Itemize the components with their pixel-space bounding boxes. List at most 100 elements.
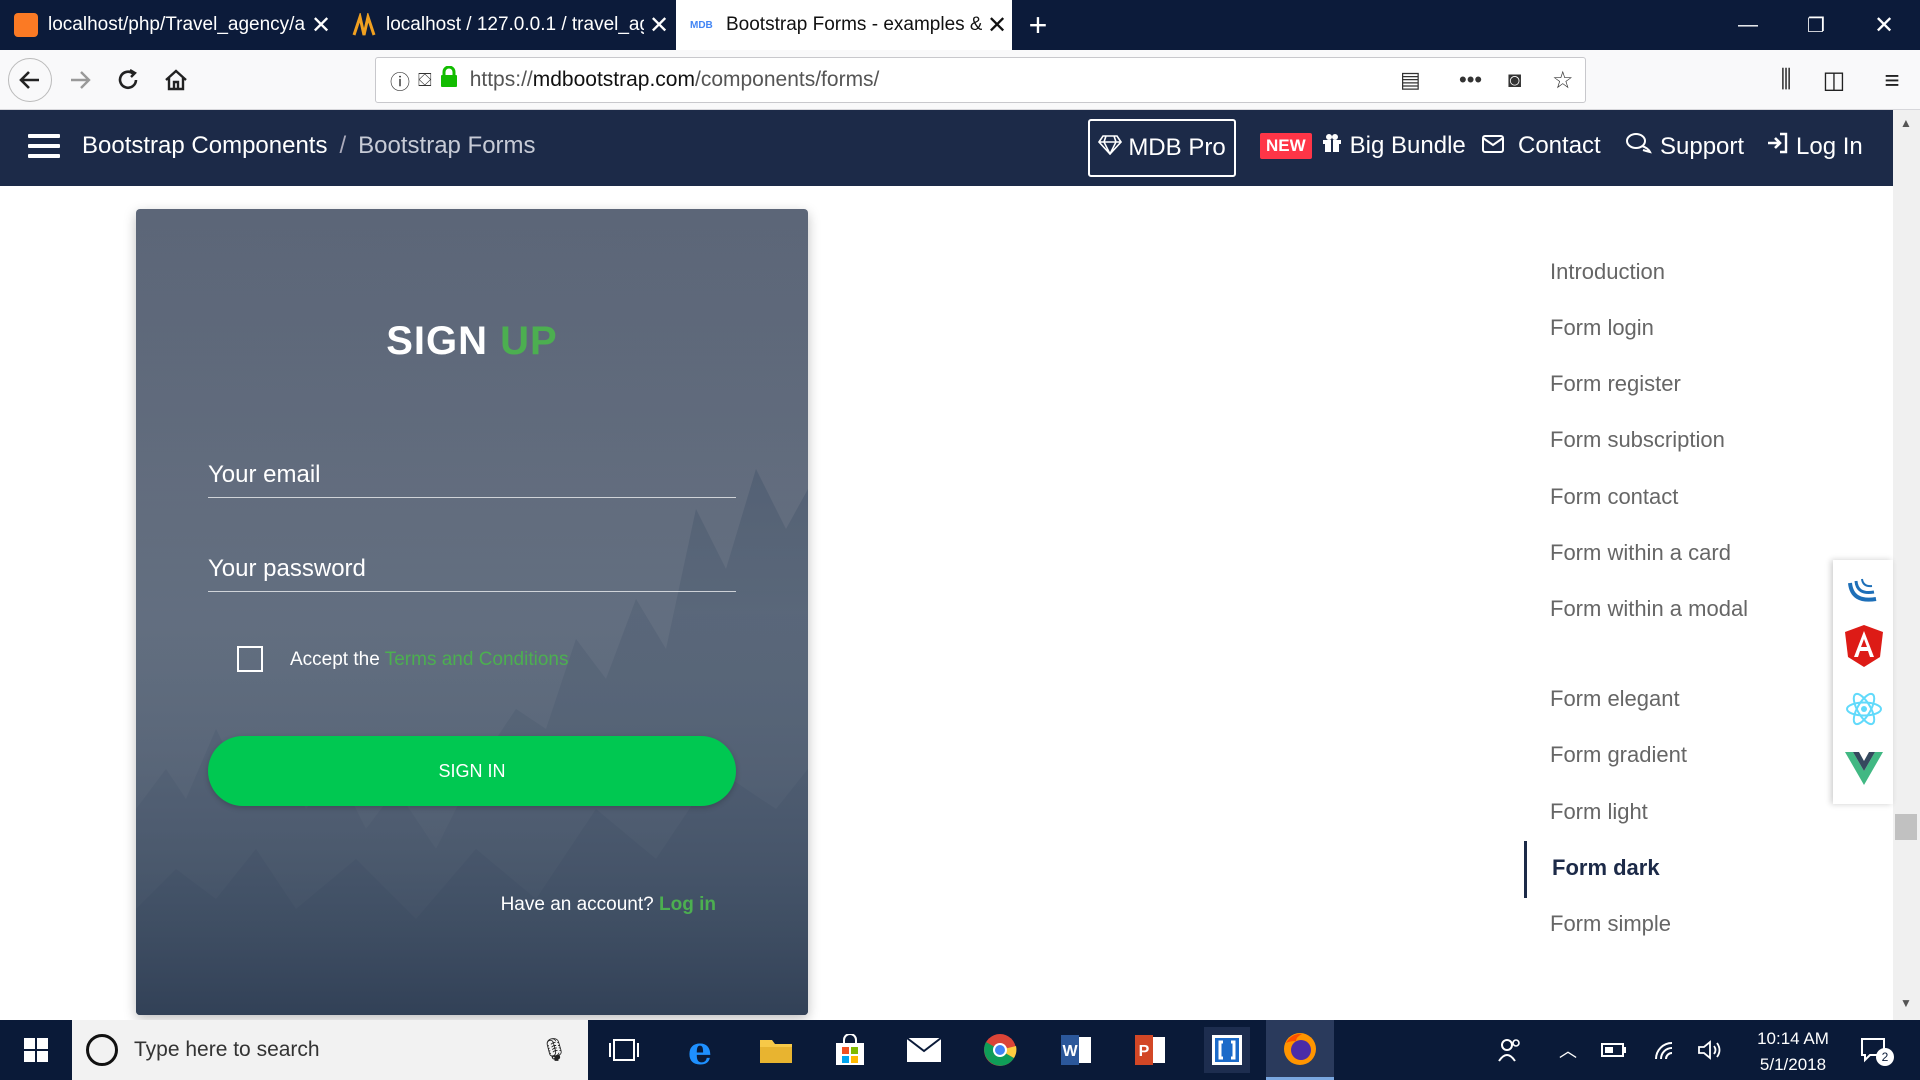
breadcrumb-current: Bootstrap Forms: [358, 132, 536, 159]
page-scrollbar[interactable]: ▲ ▼: [1893, 110, 1920, 1020]
toc-item[interactable]: Form light: [1550, 795, 1770, 828]
xampp-icon: [14, 13, 38, 37]
taskbar-search-box[interactable]: Type here to search 🎙: [72, 1020, 588, 1080]
url-bar[interactable]: ⓘ ⛋ https://mdbootstrap.com/components/f…: [375, 57, 1586, 103]
signup-title-up: UP: [500, 319, 558, 363]
toc-item[interactable]: Form contact: [1550, 480, 1770, 513]
svg-text:W: W: [1062, 1043, 1078, 1060]
nav-big-bundle[interactable]: NEW Big Bundle: [1260, 132, 1466, 160]
chevron-up-icon[interactable]: ︿: [1548, 1030, 1588, 1070]
nav-support[interactable]: Support: [1626, 132, 1744, 161]
bookmark-star-icon[interactable]: ☆: [1552, 66, 1574, 95]
toc-item[interactable]: Form simple: [1550, 907, 1770, 940]
taskbar-clock[interactable]: 10:14 AM 5/1/2018: [1738, 1026, 1848, 1078]
firefox-icon[interactable]: [1266, 1020, 1334, 1080]
toc-item[interactable]: Introduction: [1550, 255, 1770, 288]
breadcrumb: Bootstrap Components / Bootstrap Forms: [82, 132, 536, 160]
toc-item[interactable]: Form subscription: [1550, 423, 1770, 456]
store-icon[interactable]: [830, 1030, 870, 1070]
hamburger-menu-icon[interactable]: [28, 134, 60, 160]
tab-bootstrap-forms[interactable]: MDB Bootstrap Forms - examples & ✕: [676, 0, 1012, 50]
reader-view-icon[interactable]: ▤: [1400, 67, 1421, 93]
mdb-pro-label: MDB Pro: [1128, 134, 1226, 161]
search-placeholder: Type here to search: [134, 1038, 320, 1061]
chrome-icon[interactable]: [980, 1030, 1020, 1070]
battery-icon[interactable]: [1594, 1030, 1634, 1070]
nav-contact[interactable]: Contact: [1482, 132, 1601, 160]
breadcrumb-separator: /: [339, 132, 347, 159]
signup-card: SIGN UP Your email Your password Accept …: [136, 209, 808, 1015]
sidebar-toggle-icon[interactable]: ◫: [1812, 58, 1856, 102]
svg-text:P: P: [1139, 1043, 1150, 1060]
brackets-icon[interactable]: [1204, 1027, 1250, 1073]
envelope-icon: [1482, 132, 1504, 160]
scroll-up-icon[interactable]: ▲: [1900, 116, 1912, 130]
clock-date: 5/1/2018: [1759, 1055, 1827, 1074]
big-bundle-label: Big Bundle: [1349, 132, 1466, 159]
mail-icon[interactable]: [904, 1030, 944, 1070]
toc-item[interactable]: Form gradient: [1550, 738, 1770, 771]
word-icon[interactable]: W: [1056, 1030, 1096, 1070]
nav-login[interactable]: Log In: [1766, 132, 1863, 161]
close-tab-icon[interactable]: ✕: [306, 11, 336, 40]
clock-time: 10:14 AM: [1757, 1029, 1829, 1048]
notification-count-badge: 2: [1876, 1048, 1894, 1066]
new-tab-button[interactable]: +: [1014, 0, 1062, 50]
toc-item[interactable]: Form elegant: [1550, 682, 1770, 715]
toc-active-indicator: [1524, 841, 1527, 898]
task-view-icon[interactable]: [604, 1030, 644, 1070]
library-icon[interactable]: ⫼: [1764, 58, 1808, 102]
tab-travel-agency[interactable]: localhost/php/Travel_agency/a ✕: [0, 0, 336, 50]
wifi-icon[interactable]: [1644, 1030, 1684, 1070]
support-label: Support: [1660, 132, 1745, 160]
powerpoint-icon[interactable]: P: [1130, 1030, 1170, 1070]
windows-start-icon[interactable]: [16, 1030, 56, 1070]
file-explorer-icon[interactable]: [756, 1030, 796, 1070]
toc-item[interactable]: Form register: [1550, 367, 1770, 400]
close-tab-icon[interactable]: ✕: [644, 11, 674, 40]
action-center-icon[interactable]: 2: [1854, 1030, 1894, 1070]
site-navbar: Bootstrap Components / Bootstrap Forms MDB…: [0, 110, 1893, 186]
email-field[interactable]: Your email: [208, 461, 736, 498]
back-button[interactable]: [8, 58, 52, 102]
toc-item[interactable]: Form within a modal: [1550, 592, 1770, 625]
accept-text: Accept the: [290, 649, 380, 670]
sign-in-button[interactable]: SIGN IN: [208, 736, 736, 806]
toc-item[interactable]: Form login: [1550, 311, 1770, 344]
toc-item-active[interactable]: Form dark: [1552, 851, 1772, 884]
microphone-icon[interactable]: 🎙: [540, 1037, 568, 1063]
scrollbar-thumb[interactable]: [1895, 814, 1917, 840]
password-field[interactable]: Your password: [208, 555, 736, 592]
toc-item[interactable]: Form within a card: [1550, 536, 1770, 569]
home-button[interactable]: [154, 58, 198, 102]
vue-icon[interactable]: [1843, 748, 1885, 790]
contact-label: Contact: [1518, 132, 1601, 159]
mdb-pro-button[interactable]: MDB Pro: [1088, 119, 1236, 177]
jquery-icon[interactable]: [1843, 568, 1885, 610]
reload-button[interactable]: [106, 58, 150, 102]
menu-icon[interactable]: ≡: [1870, 58, 1914, 102]
breadcrumb-root[interactable]: Bootstrap Components: [82, 132, 327, 159]
tab-phpmyadmin[interactable]: localhost / 127.0.0.1 / travel_ag ✕: [338, 0, 674, 50]
forward-button[interactable]: [58, 58, 102, 102]
volume-icon[interactable]: [1690, 1030, 1730, 1070]
pocket-icon[interactable]: ◙: [1508, 67, 1521, 93]
restore-button[interactable]: ❐: [1782, 0, 1850, 50]
react-icon[interactable]: [1843, 688, 1885, 730]
edge-icon[interactable]: e: [680, 1028, 720, 1073]
url-text: https://mdbootstrap.com/components/forms…: [469, 68, 880, 91]
diamond-icon: [1098, 134, 1123, 162]
angular-icon[interactable]: [1843, 625, 1885, 667]
tracking-icon[interactable]: ⛋: [418, 70, 432, 91]
terms-checkbox[interactable]: [237, 646, 263, 672]
scroll-down-icon[interactable]: ▼: [1900, 996, 1912, 1010]
tab-title: Bootstrap Forms - examples &: [726, 14, 982, 35]
terms-link[interactable]: Terms and Conditions: [385, 649, 569, 670]
info-icon[interactable]: ⓘ: [390, 66, 410, 95]
minimize-button[interactable]: —: [1714, 0, 1782, 50]
close-window-button[interactable]: ✕: [1850, 0, 1918, 50]
people-icon[interactable]: [1490, 1030, 1530, 1070]
login-link[interactable]: Log in: [659, 894, 716, 915]
more-actions-icon[interactable]: •••: [1459, 67, 1482, 93]
close-tab-icon[interactable]: ✕: [982, 11, 1012, 40]
